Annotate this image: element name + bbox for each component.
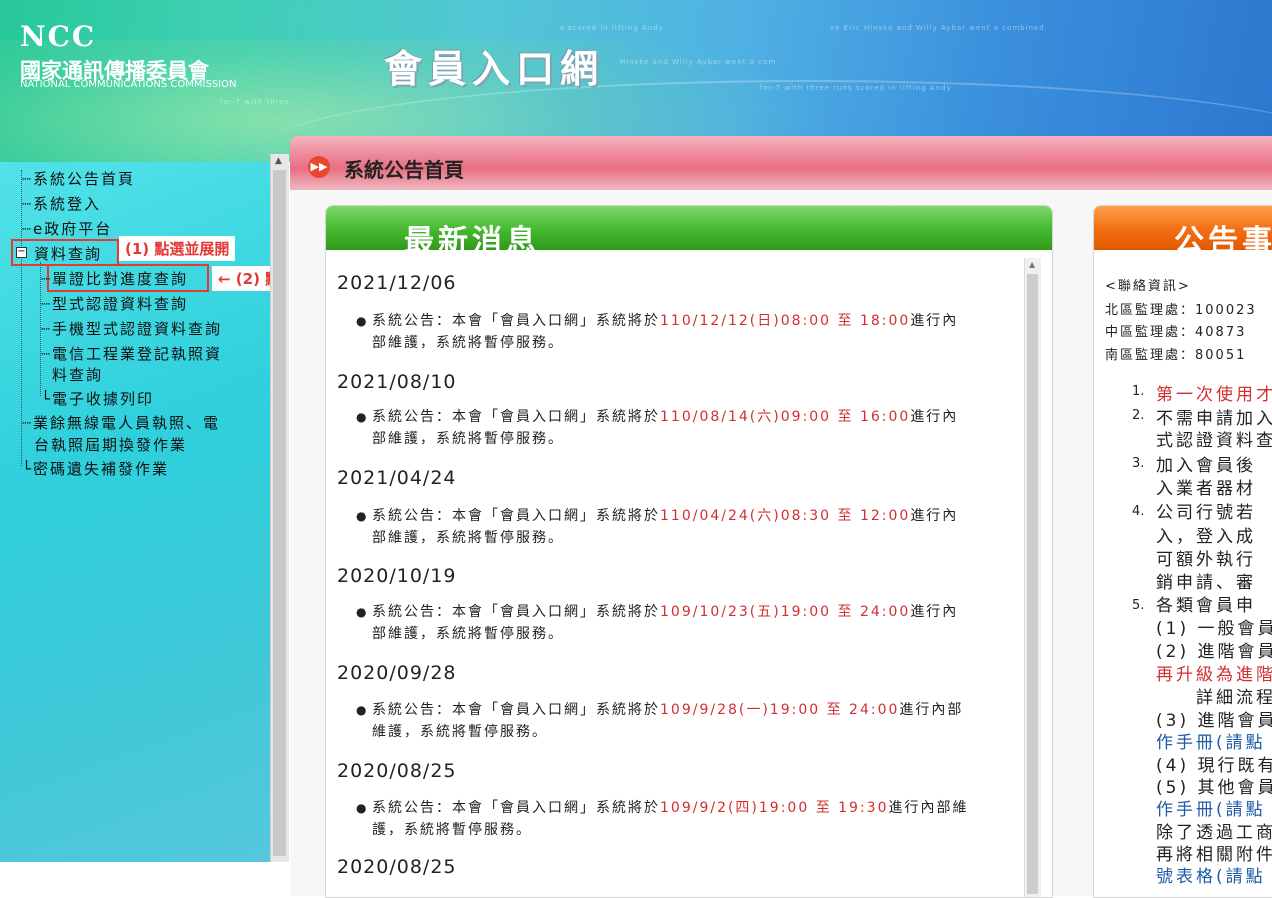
news-date: 2020/09/28 — [337, 662, 457, 684]
latest-news-title: 最新消息 — [404, 224, 540, 259]
news-item: ● 系統公告：本會「會員入口網」系統將於110/04/24(六)08:30 至 … — [356, 505, 1012, 549]
announce-item-1: 第一次使用才 — [1156, 385, 1272, 405]
list-number: 5. — [1132, 598, 1145, 613]
news-date: 2021/12/06 — [337, 272, 457, 294]
header-decoration: for-7 with three runs scored in lifting … — [760, 84, 952, 92]
announce-sub-1: (1) 一般會員 — [1156, 619, 1272, 639]
header-decoration: Hinske and Willy Aybar went a com — [620, 58, 777, 66]
nav-item-system-announcement-home[interactable]: ┈系統公告首頁 — [22, 168, 135, 189]
list-number: 1. — [1132, 384, 1145, 399]
header-decoration: s scored in lifting Andy — [560, 24, 664, 32]
news-item: ● 系統公告：本會「會員入口網」系統將於109/9/28(一)19:00 至 2… — [356, 699, 1012, 743]
announce-form-link[interactable]: 號表格(請點 — [1156, 862, 1266, 887]
news-item: ● 系統公告：本會「會員入口網」系統將於109/9/2(四)19:00 至 19… — [356, 797, 1012, 841]
bottom-spacer — [0, 862, 290, 896]
news-scrollbar[interactable]: ▲ — [1024, 258, 1041, 897]
announce-sub-3-link[interactable]: 作手冊(請點 — [1156, 728, 1266, 753]
news-date: 2020/08/25 — [337, 760, 457, 782]
contact-central: 中區監理處：40873 — [1105, 325, 1247, 340]
news-scrollbar-thumb[interactable] — [1027, 274, 1038, 894]
left-panel-scrollbar[interactable]: ▲ — [270, 154, 289, 862]
nav-item-system-login[interactable]: ┈系統登入 — [22, 193, 101, 214]
scroll-up-arrow-icon[interactable]: ▲ — [1029, 260, 1035, 269]
list-number: 2. — [1132, 408, 1145, 423]
scrollbar-thumb[interactable] — [273, 170, 286, 856]
announcement-title: 公告事 — [1174, 224, 1272, 259]
news-item: ● 系統公告：本會「會員入口網」系統將於110/08/14(六)09:00 至 … — [356, 406, 1012, 450]
announce-item-2-cont: 式認證資料查 — [1156, 431, 1272, 451]
annotation-step-1: (1) 點選並展開 — [119, 236, 236, 261]
latest-news-header: 最新消息 — [326, 206, 1052, 259]
main-title-bar: ▶▶ 系統公告首頁 — [290, 136, 1272, 190]
announce-item-4-cont: 可額外執行 — [1156, 550, 1256, 570]
announce-sub-2-detail: 詳細流程 — [1196, 688, 1272, 708]
news-date: 2020/08/25 — [337, 856, 457, 878]
bullet-icon: ● — [356, 703, 369, 717]
logo-english: NATIONAL COMMUNICATIONS COMMISSION — [20, 79, 237, 90]
news-item: ● 系統公告：本會「會員入口網」系統將於110/12/12(日)08:00 至 … — [356, 310, 1012, 354]
page-title: 系統公告首頁 — [344, 158, 464, 182]
announce-sub-2: (2) 進階會員 — [1156, 642, 1272, 662]
announcement-panel: 公告事 <聯絡資訊> 北區監理處：100023 中區監理處：40873 南區監理… — [1093, 205, 1272, 898]
latest-news-panel: 最新消息 ▲ 2021/12/06 ● 系統公告：本會「會員入口網」系統將於11… — [325, 205, 1053, 898]
contact-south: 南區監理處：80051 — [1105, 348, 1247, 363]
bullet-icon: ● — [356, 410, 369, 424]
nav-item-e-receipt-print[interactable]: └電子收據列印 — [41, 388, 154, 409]
announcement-header: 公告事 — [1094, 206, 1272, 259]
nav-item-amateur-radio-license-cont[interactable]: 台執照屆期換發作業 — [34, 434, 187, 455]
news-date: 2021/04/24 — [337, 467, 457, 489]
list-number: 3. — [1132, 456, 1145, 471]
nav-tree: ┈系統公告首頁 ┈系統登入 ┈e政府平台 − 資料查詢 (1) 點選並展開 ┈單… — [0, 162, 270, 862]
announce-item-3-cont: 入業者器材 — [1156, 479, 1256, 499]
nav-item-egov-platform[interactable]: ┈e政府平台 — [22, 218, 112, 239]
announce-sub-5-link[interactable]: 作手冊(請點 — [1156, 795, 1266, 820]
nav-item-data-query[interactable]: 資料查詢 — [34, 243, 102, 264]
site-title: 會員入口網 — [384, 47, 605, 91]
contact-north: 北區監理處：100023 — [1105, 303, 1257, 318]
header-decoration: for-7 with three — [220, 98, 290, 106]
nav-item-telecom-license-query[interactable]: ┈電信工程業登記執照資 — [41, 343, 222, 364]
announce-item-4-cont: 入，登入成 — [1156, 527, 1256, 547]
announce-item-3: 加入會員後 — [1156, 456, 1256, 476]
announce-item-4: 公司行號若 — [1156, 503, 1256, 523]
collapse-minus-icon[interactable]: − — [16, 247, 27, 258]
contact-info-label: <聯絡資訊> — [1105, 279, 1191, 294]
nav-item-cert-progress-query[interactable]: ┈單證比對進度查詢 — [41, 268, 188, 289]
news-date: 2020/10/19 — [337, 565, 457, 587]
nav-item-amateur-radio-license[interactable]: ┈業餘無線電人員執照、電 — [22, 412, 220, 433]
announce-item-4-cont: 銷申請、審 — [1156, 573, 1256, 593]
nav-item-password-recovery[interactable]: └密碼遺失補發作業 — [22, 458, 169, 479]
news-item: ● 系統公告：本會「會員入口網」系統將於109/10/23(五)19:00 至 … — [356, 601, 1012, 645]
announce-item-5: 各類會員申 — [1156, 596, 1256, 616]
nav-item-telecom-license-query-cont[interactable]: 料查詢 — [52, 364, 103, 385]
news-date: 2021/08/10 — [337, 371, 457, 393]
nav-item-type-approval-query[interactable]: ┈型式認證資料查詢 — [41, 293, 188, 314]
double-chevron-right-icon: ▶▶ — [308, 156, 330, 178]
header-decoration: ve Eric Hinske and Willy Aybar went a co… — [830, 24, 1045, 32]
bullet-icon: ● — [356, 801, 369, 815]
list-number: 4. — [1132, 504, 1145, 519]
bullet-icon: ● — [356, 314, 369, 328]
scroll-up-arrow-icon[interactable]: ▲ — [275, 156, 282, 166]
left-nav-panel: ┈系統公告首頁 ┈系統登入 ┈e政府平台 − 資料查詢 (1) 點選並展開 ┈單… — [0, 162, 270, 862]
logo-ncc: NCC — [20, 20, 97, 53]
bullet-icon: ● — [356, 605, 369, 619]
bullet-icon: ● — [356, 509, 369, 523]
announce-sub-2-red: 再升級為進階 — [1156, 665, 1272, 685]
annotation-step-2: ← (2) 點選 — [212, 266, 270, 291]
nav-item-mobile-type-approval-query[interactable]: ┈手機型式認證資料查詢 — [41, 318, 222, 339]
